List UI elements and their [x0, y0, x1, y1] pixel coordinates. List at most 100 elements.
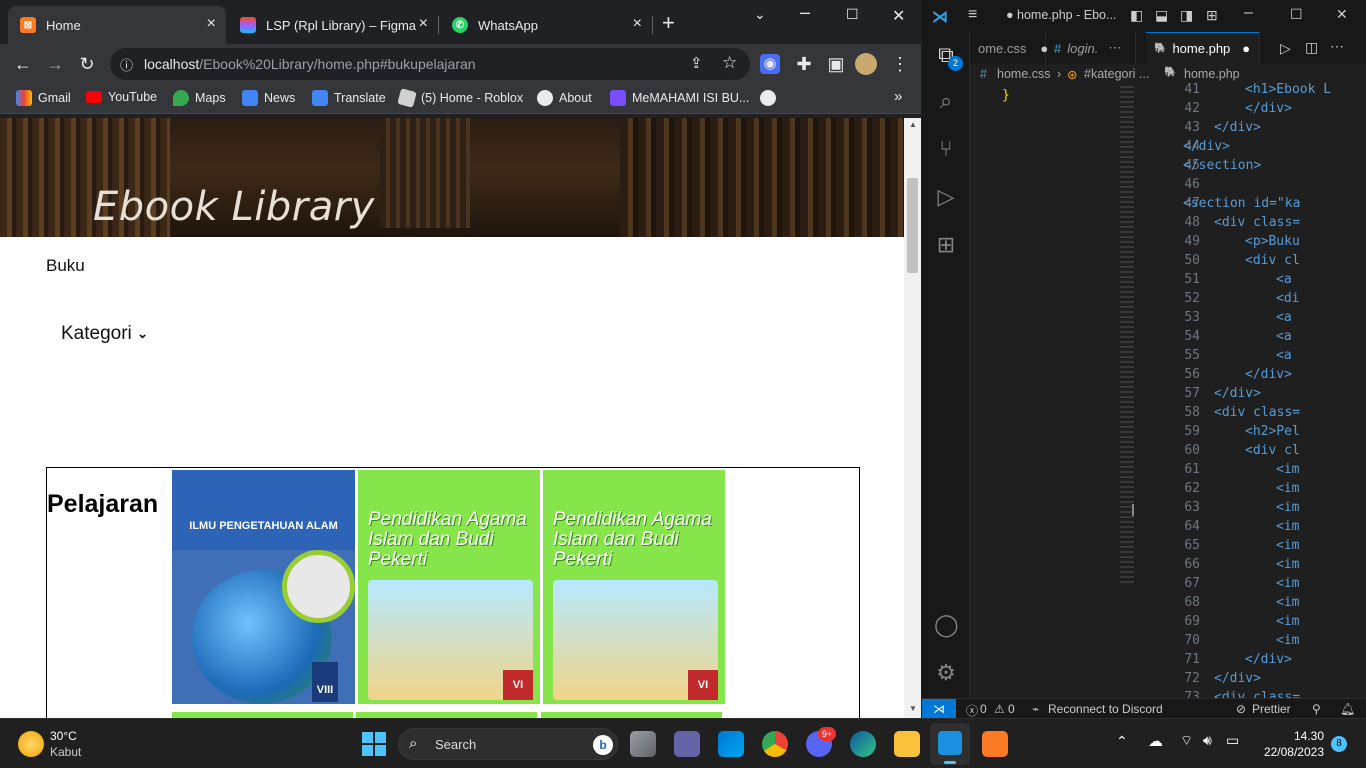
source-control-icon[interactable]: ⑂ [934, 136, 958, 162]
scrollbar-thumb[interactable] [907, 178, 918, 273]
share-icon[interactable]: ⇪ [690, 54, 703, 72]
book-cover-ipa[interactable]: ILMU PENGETAHUAN ALAM VIII [172, 470, 355, 704]
tab-home-css[interactable]: ome.css ● [970, 32, 1048, 64]
notifications-bell-icon[interactable]: 🔔︎ [1340, 702, 1355, 716]
accounts-icon[interactable]: ⚲ [1312, 702, 1321, 716]
xampp-icon[interactable] [982, 731, 1008, 757]
clock-time[interactable]: 14.30 [1262, 729, 1324, 743]
bookmark-star-icon[interactable]: ☆ [722, 53, 737, 73]
editor-right-pane[interactable]: 41 <h1>Ebook L 42 </div> 43 </div> 44 </div> 45 <… [1162, 82, 1366, 705]
extension-icon[interactable]: ◉ [760, 54, 780, 74]
book-cover-agama-2[interactable]: Pendidikan Agama Islam dan Budi Pekerti … [543, 470, 725, 704]
breadcrumb-file-right[interactable]: home.php [1184, 67, 1240, 81]
tab-whatsapp[interactable]: ✆ WhatsApp × [440, 6, 652, 44]
minimap[interactable] [1118, 86, 1162, 698]
maximize-button[interactable]: ☐ [1290, 6, 1303, 23]
layout-icon[interactable]: ⊞ [1206, 7, 1218, 24]
run-debug-icon[interactable]: ▷ [934, 184, 958, 210]
maximize-button[interactable]: ☐ [846, 6, 859, 23]
minimize-button[interactable]: – [1244, 4, 1253, 22]
battery-icon[interactable]: ▭ [1226, 732, 1239, 749]
tab-login[interactable]: # login. ⋯ [1046, 32, 1136, 64]
book-cover-agama-1[interactable]: Pendidikan Agama Islam dan Budi Pekerti … [358, 470, 540, 704]
extensions-icon[interactable]: ⊞ [934, 232, 958, 258]
scroll-up-icon[interactable]: ▲ [909, 120, 917, 129]
more-actions-icon[interactable]: ⋯ [1330, 38, 1344, 55]
volume-icon[interactable]: 🔊︎ [1203, 732, 1212, 749]
weather-temp[interactable]: 30°C [50, 729, 77, 743]
kategori-dropdown[interactable]: Kategori ⌄ [61, 323, 148, 345]
remote-icon[interactable]: ⋊ [922, 699, 956, 719]
back-arrow-icon[interactable]: ← [11, 52, 35, 76]
book-grade: VIII [312, 662, 338, 702]
discord-status[interactable]: Reconnect to Discord [1048, 702, 1163, 716]
chevron-up-icon[interactable]: ⌃ [1116, 733, 1128, 750]
close-tab-icon[interactable]: × [419, 16, 428, 32]
site-info-icon[interactable]: ⓘ [120, 55, 133, 74]
bookmark-about[interactable]: About [537, 90, 592, 106]
prettier-status[interactable]: Prettier [1252, 702, 1291, 716]
close-tab-icon[interactable]: × [207, 16, 216, 32]
chrome-icon[interactable] [762, 731, 788, 757]
close-window-button[interactable]: ✕ [892, 6, 905, 26]
weather-desc[interactable]: Kabut [50, 745, 81, 759]
tab-home[interactable]: ⊠ Home × [8, 6, 226, 44]
tab-search-icon[interactable]: ⌄ [754, 6, 766, 23]
account-icon[interactable]: ◯ [934, 612, 959, 638]
side-panel-icon[interactable]: ▣ [824, 52, 848, 76]
split-editor-icon[interactable]: ◫ [1305, 39, 1318, 56]
toggle-panel-icon[interactable]: ⬓ [1155, 7, 1168, 24]
search-box[interactable]: ⌕ Search b [398, 728, 618, 760]
task-view-icon[interactable] [630, 731, 656, 757]
clock-date[interactable]: 22/08/2023 [1252, 745, 1324, 759]
breadcrumb-file[interactable]: home.css [997, 67, 1051, 81]
cloud-icon[interactable]: ☁ [1148, 732, 1163, 750]
tab-figma[interactable]: LSP (Rpl Library) – Figma × [228, 6, 438, 44]
bookmark-maps[interactable]: Maps [173, 90, 226, 106]
wifi-icon[interactable]: ⌔ [1180, 732, 1193, 750]
notification-badge[interactable]: 8 [1331, 736, 1347, 752]
extensions-puzzle-icon[interactable]: ✚ [792, 52, 816, 76]
bookmark-roblox[interactable]: (5) Home - Roblox [397, 88, 523, 108]
vscode-taskbar-active[interactable] [930, 723, 970, 765]
close-tab-icon[interactable]: × [633, 16, 642, 32]
bookmarks-overflow[interactable]: » [894, 88, 902, 105]
minimize-button[interactable]: – [800, 2, 810, 23]
menu-hamburger-icon[interactable]: ≡ [968, 6, 977, 24]
bookmark-youtube[interactable]: YouTube [86, 90, 157, 104]
address-bar[interactable]: ⓘ localhost/Ebook%20Library/home.php#buk… [110, 48, 750, 80]
weather-icon[interactable] [18, 731, 44, 757]
bookmark-news[interactable]: News [242, 90, 295, 106]
warning-icon[interactable]: ⚠ [994, 702, 1005, 716]
site-icon [610, 90, 626, 106]
nav-link-buku[interactable]: Buku [46, 256, 85, 276]
editor-left-pane[interactable]: } [970, 86, 1132, 698]
reload-icon[interactable]: ↻ [75, 52, 99, 76]
edge-icon[interactable] [850, 731, 876, 757]
bookmark-globe[interactable] [760, 90, 782, 106]
page-scrollbar[interactable]: ▲ ▼ [904, 118, 921, 718]
tab-home-php[interactable]: 🐘 home.php ● [1146, 32, 1260, 64]
bookmark-gmail[interactable]: Gmail [16, 90, 71, 106]
bookmark-memahami[interactable]: MeMAHAMI ISI BU... [610, 90, 749, 106]
settings-gear-icon[interactable]: ⚙ [934, 660, 958, 686]
scroll-down-icon[interactable]: ▼ [909, 704, 917, 713]
file-explorer-icon[interactable] [894, 731, 920, 757]
breadcrumb-symbol[interactable]: #kategori ... [1084, 67, 1149, 81]
bing-icon[interactable]: b [593, 735, 613, 755]
store-icon[interactable] [718, 731, 744, 757]
bookmark-translate[interactable]: Translate [312, 90, 386, 106]
menu-dots-icon[interactable]: ⋮ [888, 52, 912, 76]
profile-avatar[interactable] [855, 53, 877, 75]
teams-icon[interactable] [674, 731, 700, 757]
search-icon[interactable]: ⌕ [934, 88, 958, 114]
close-window-button[interactable]: ✕ [1336, 6, 1348, 23]
start-windows-icon[interactable] [362, 732, 386, 756]
run-icon[interactable]: ▷ [1280, 40, 1291, 57]
errors-icon[interactable]: ⓧ [966, 702, 978, 719]
code-line: <im [1276, 557, 1300, 572]
new-tab-button[interactable]: + [662, 12, 675, 34]
toggle-secondary-icon[interactable]: ◨ [1180, 7, 1193, 24]
forward-arrow-icon[interactable]: → [43, 52, 67, 76]
toggle-sidebar-icon[interactable]: ◧ [1130, 7, 1143, 24]
